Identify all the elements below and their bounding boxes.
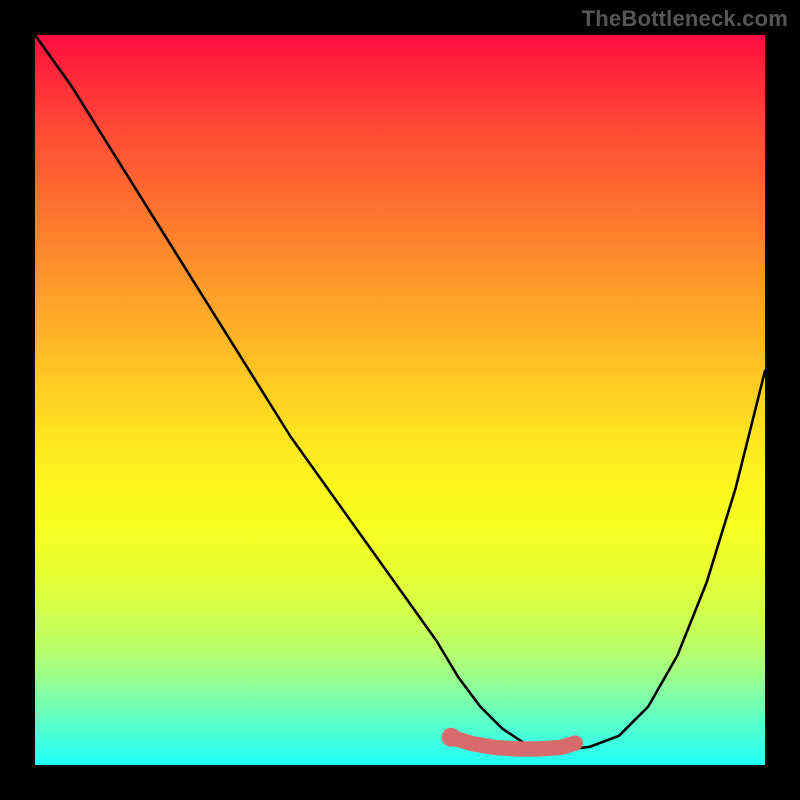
highlight-dot xyxy=(442,728,461,747)
plot-area xyxy=(35,35,765,765)
curve-layer xyxy=(35,35,765,765)
main-curve xyxy=(35,35,765,750)
watermark: TheBottleneck.com xyxy=(582,6,788,32)
highlight-curve xyxy=(451,737,575,749)
chart-stage: TheBottleneck.com xyxy=(0,0,800,800)
